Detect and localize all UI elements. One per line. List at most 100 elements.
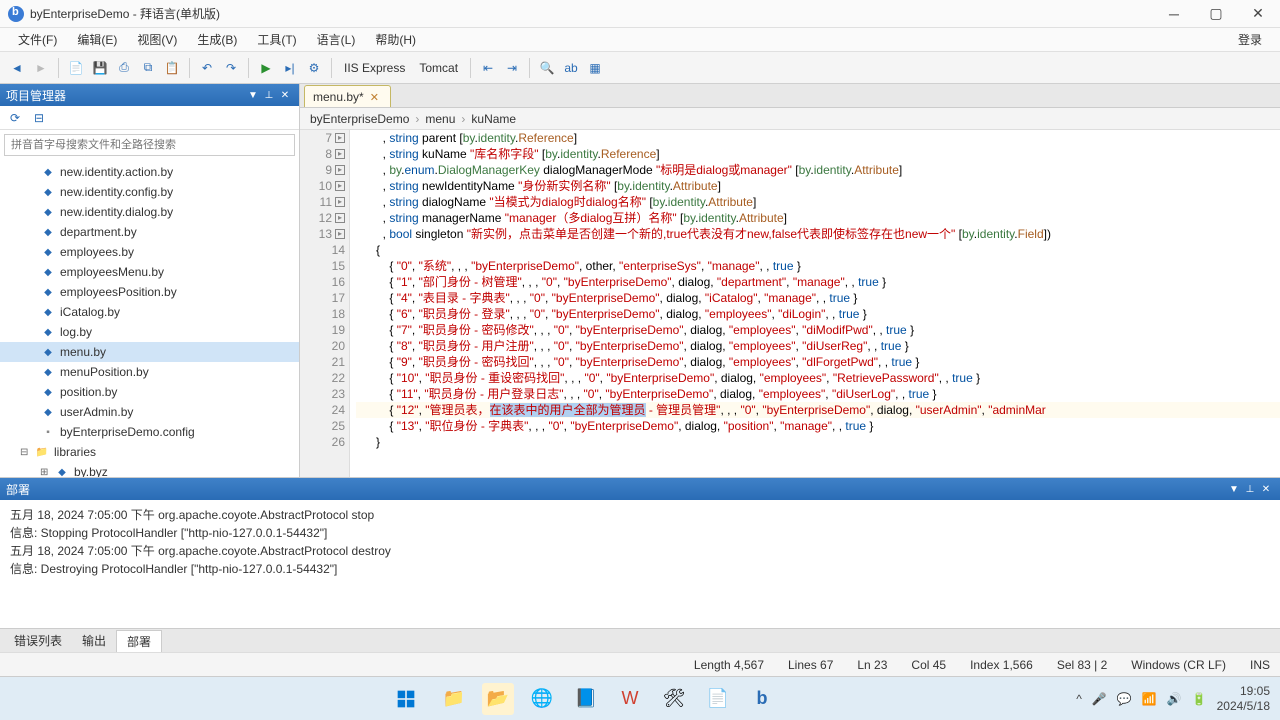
output-panel: 部署 ▼ ⊥ ✕ 五月 18, 2024 7:05:00 下午 org.apac… — [0, 477, 1280, 652]
tree-file[interactable]: ◆ employees.by — [0, 242, 299, 262]
code-editor[interactable]: 7▸8▸9▸10▸11▸12▸13▸1415161718192021222324… — [300, 130, 1280, 477]
system-tray[interactable]: ^ 🎤 💬 📶 🔊 🔋 19:05 2024/5/18 — [1076, 684, 1270, 713]
copy-button[interactable]: ⧉ — [137, 57, 159, 79]
output-header: 部署 ▼ ⊥ ✕ — [0, 478, 1280, 500]
pin-icon[interactable]: ⊥ — [1242, 481, 1258, 497]
tab-errors[interactable]: 错误列表 — [4, 630, 72, 651]
status-mode: INS — [1250, 658, 1270, 672]
tomcat-button[interactable]: Tomcat — [413, 57, 464, 79]
collapse-icon[interactable]: ⊟ — [30, 109, 48, 127]
taskbar-app-explorer[interactable]: 📁 — [438, 683, 470, 715]
output-body[interactable]: 五月 18, 2024 7:05:00 下午 org.apache.coyote… — [0, 500, 1280, 628]
indent-button[interactable]: ⇥ — [501, 57, 523, 79]
tree-file[interactable]: ◆ iCatalog.by — [0, 302, 299, 322]
search-input[interactable] — [4, 134, 295, 156]
crumb-file[interactable]: menu — [421, 112, 459, 126]
status-index: Index 1,566 — [970, 658, 1033, 672]
menu-build[interactable]: 生成(B) — [187, 29, 247, 51]
tree-file[interactable]: ◆ menuPosition.by — [0, 362, 299, 382]
menu-edit[interactable]: 编辑(E) — [67, 29, 127, 51]
maximize-button[interactable]: ▢ — [1202, 4, 1230, 24]
tree-file[interactable]: ◆ employeesMenu.by — [0, 262, 299, 282]
tab-output[interactable]: 输出 — [72, 630, 116, 651]
undo-button[interactable]: ↶ — [196, 57, 218, 79]
new-file-button[interactable]: 📄 — [65, 57, 87, 79]
menu-language[interactable]: 语言(L) — [307, 29, 366, 51]
minimize-button[interactable]: ─ — [1160, 4, 1188, 24]
tab-deploy[interactable]: 部署 — [116, 630, 162, 653]
tree-file[interactable]: ◆ log.by — [0, 322, 299, 342]
code-content[interactable]: , string parent [by.identity.Reference] … — [350, 130, 1280, 477]
login-button[interactable]: 登录 — [1228, 31, 1272, 48]
start-button[interactable] — [390, 683, 422, 715]
clock[interactable]: 19:05 2024/5/18 — [1217, 684, 1270, 713]
tab-close-icon[interactable]: ✕ — [370, 91, 382, 103]
run-button[interactable]: ▶ — [255, 57, 277, 79]
taskbar-app-tool[interactable]: 🛠 — [658, 683, 690, 715]
paste-button[interactable]: 📋 — [161, 57, 183, 79]
output-title: 部署 — [6, 481, 1226, 498]
menu-file[interactable]: 文件(F) — [8, 29, 67, 51]
tree-lib-item[interactable]: ⊞ ◆ by.byz — [0, 462, 299, 477]
tree-file[interactable]: ◆ employeesPosition.by — [0, 282, 299, 302]
taskbar-app-folder[interactable]: 📂 — [482, 683, 514, 715]
grid-button[interactable]: ▦ — [584, 57, 606, 79]
dropdown-icon[interactable]: ▼ — [1226, 481, 1242, 497]
mic-icon[interactable]: 🎤 — [1092, 692, 1107, 706]
close-button[interactable]: ✕ — [1244, 4, 1272, 24]
panel-close-icon[interactable]: ✕ — [277, 87, 293, 103]
file-label: new.identity.dialog.by — [60, 205, 173, 219]
forward-button[interactable]: ► — [30, 57, 52, 79]
tree-file[interactable]: ◆ menu.by — [0, 342, 299, 362]
pin-icon[interactable]: ⊥ — [261, 87, 277, 103]
taskbar-app-chrome[interactable]: 🌐 — [526, 683, 558, 715]
file-icon: ◆ — [40, 344, 56, 360]
taskbar-app-by[interactable]: b — [746, 683, 778, 715]
dropdown-icon[interactable]: ▼ — [245, 87, 261, 103]
menu-tools[interactable]: 工具(T) — [247, 29, 306, 51]
battery-icon[interactable]: 🔋 — [1192, 692, 1207, 706]
settings-button[interactable]: ⚙ — [303, 57, 325, 79]
wifi-icon[interactable]: 📶 — [1142, 692, 1157, 706]
tree-file[interactable]: ◆ new.identity.dialog.by — [0, 202, 299, 222]
file-icon: ◆ — [40, 264, 56, 280]
crumb-symbol[interactable]: kuName — [467, 112, 520, 126]
save-button[interactable]: 💾 — [89, 57, 111, 79]
notification-icon[interactable]: 💬 — [1117, 692, 1132, 706]
panel-header: 项目管理器 ▼ ⊥ ✕ — [0, 84, 299, 106]
tree-file[interactable]: ◆ department.by — [0, 222, 299, 242]
file-icon: ◆ — [40, 204, 56, 220]
find-button[interactable]: 🔍 — [536, 57, 558, 79]
redo-button[interactable]: ↷ — [220, 57, 242, 79]
outdent-button[interactable]: ⇤ — [477, 57, 499, 79]
taskbar-app-doc[interactable]: 📄 — [702, 683, 734, 715]
file-icon: ◆ — [40, 304, 56, 320]
tree-libraries[interactable]: ⊟ 📁 libraries — [0, 442, 299, 462]
expander-icon[interactable]: ⊞ — [40, 467, 54, 478]
tree-file[interactable]: ◆ new.identity.action.by — [0, 162, 299, 182]
tree-config[interactable]: ▪ byEnterpriseDemo.config — [0, 422, 299, 442]
tab-menu-by[interactable]: menu.by* ✕ — [304, 85, 391, 107]
file-icon: ◆ — [40, 404, 56, 420]
chevron-up-icon[interactable]: ^ — [1076, 692, 1082, 706]
save-all-button[interactable]: ⎙ — [113, 57, 135, 79]
debug-button[interactable]: ▸| — [279, 57, 301, 79]
iis-express-button[interactable]: IIS Express — [338, 57, 411, 79]
status-col: Col 45 — [911, 658, 946, 672]
replace-button[interactable]: ab — [560, 57, 582, 79]
menu-help[interactable]: 帮助(H) — [365, 29, 426, 51]
expander-icon[interactable]: ⊟ — [20, 447, 34, 458]
panel-close-icon[interactable]: ✕ — [1258, 481, 1274, 497]
tree-file[interactable]: ◆ new.identity.config.by — [0, 182, 299, 202]
tree-file[interactable]: ◆ userAdmin.by — [0, 402, 299, 422]
tab-label: menu.by* — [313, 90, 364, 104]
back-button[interactable]: ◄ — [6, 57, 28, 79]
file-tree[interactable]: ◆ new.identity.action.by ◆ new.identity.… — [0, 160, 299, 477]
menu-view[interactable]: 视图(V) — [127, 29, 187, 51]
taskbar-app-notepad[interactable]: 📘 — [570, 683, 602, 715]
volume-icon[interactable]: 🔊 — [1167, 692, 1182, 706]
taskbar-app-wps[interactable]: W — [614, 683, 646, 715]
tree-file[interactable]: ◆ position.by — [0, 382, 299, 402]
refresh-icon[interactable]: ⟳ — [6, 109, 24, 127]
crumb-project[interactable]: byEnterpriseDemo — [306, 112, 413, 126]
